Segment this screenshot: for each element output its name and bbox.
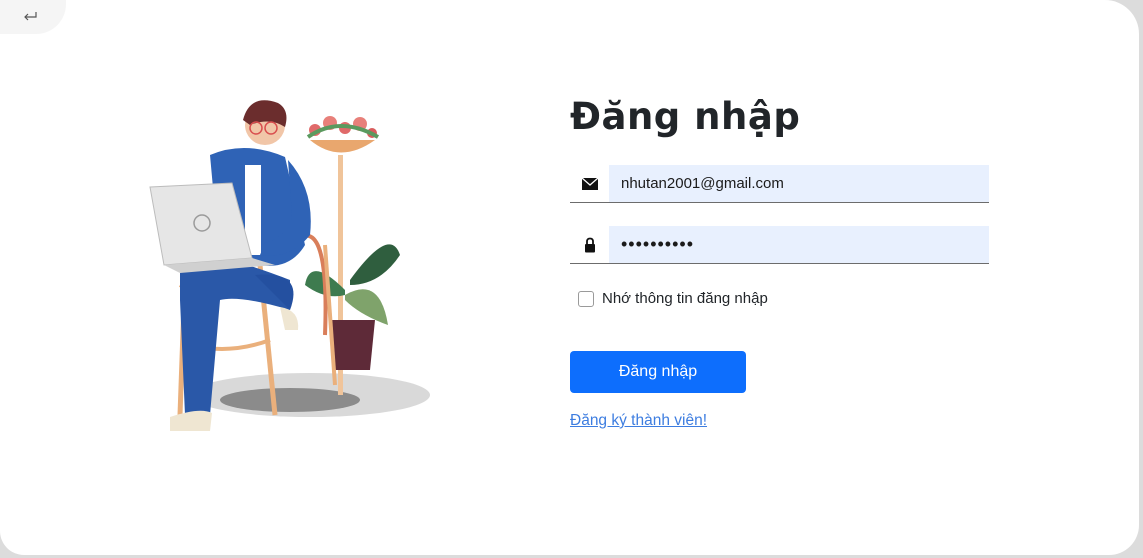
remember-me: Nhớ thông tin đăng nhập [578, 290, 768, 307]
lock-icon [570, 226, 609, 263]
email-input[interactable] [609, 165, 989, 202]
return-arrow-icon [24, 12, 37, 21]
email-field-group [570, 165, 989, 203]
login-card: Đăng nhập Nhớ thông tin đăng nhập Đăng n… [0, 0, 1139, 555]
envelope-icon [570, 165, 609, 202]
register-link[interactable]: Đăng ký thành viên! [570, 412, 707, 430]
back-button[interactable] [0, 0, 66, 34]
password-field-group [570, 226, 989, 264]
person-with-laptop-illustration [149, 100, 430, 431]
page-title: Đăng nhập [570, 95, 801, 138]
remember-label: Nhớ thông tin đăng nhập [602, 290, 768, 307]
password-input[interactable] [609, 226, 989, 263]
remember-checkbox[interactable] [578, 290, 594, 307]
login-button[interactable]: Đăng nhập [570, 351, 746, 393]
